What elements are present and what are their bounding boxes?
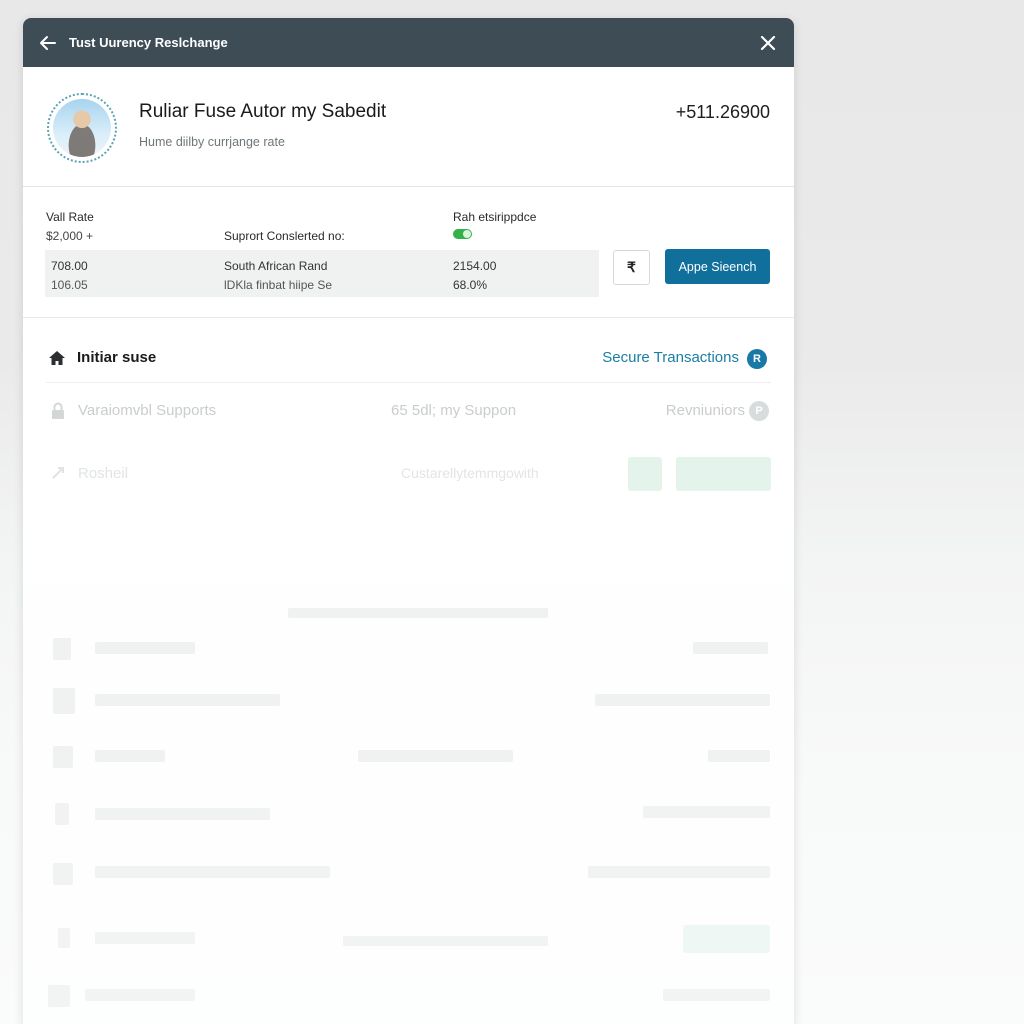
faded-icon	[48, 985, 70, 1007]
faded-text	[708, 750, 770, 762]
faded-text	[95, 808, 270, 820]
list-item-middle: 65 5dl; my Suppon	[391, 402, 517, 419]
apply-search-button[interactable]: Appe Sieench	[665, 249, 770, 284]
list-item-right: Revniuniors	[665, 402, 745, 419]
rate-row1-value: 708.00	[51, 259, 88, 273]
ghost-icon-button[interactable]	[628, 457, 662, 491]
faded-icon	[53, 863, 73, 885]
window-title: Tust Uurency Reslchange	[69, 35, 228, 50]
faded-text	[358, 750, 513, 762]
faded-text	[95, 694, 280, 706]
arrow-left-icon[interactable]	[39, 32, 61, 54]
list-item-middle: Custarellytemmgowith	[401, 465, 539, 481]
rate-row2-currency: lDKla finbat hiipe Se	[224, 278, 333, 292]
exchange-dialog: Tust Uurency Reslchange Ruliar Fuse Auto…	[23, 18, 794, 1024]
faded-icon	[53, 638, 71, 660]
faded-icon	[53, 746, 73, 768]
auto-toggle[interactable]	[453, 229, 472, 239]
currency-symbol-button[interactable]: ₹	[613, 250, 650, 285]
rate-value: $2,000 +	[46, 229, 94, 243]
secure-badge: R	[747, 349, 767, 369]
list-item[interactable]: Varaiomvbl Supports 65 5dl; my Suppon Re…	[46, 392, 771, 432]
section-header: Initiar suse Secure Transactions R	[46, 328, 771, 383]
list-item-label: Rosheil	[78, 465, 129, 482]
title-bar: Tust Uurency Reslchange	[23, 18, 794, 67]
faded-text	[95, 750, 165, 762]
lock-icon	[50, 402, 66, 419]
section-title: Initiar suse	[77, 349, 157, 366]
toggle-label: Rah etsirippdce	[453, 210, 537, 224]
faded-text	[643, 806, 770, 818]
home-icon	[48, 350, 66, 371]
faded-icon	[53, 688, 75, 714]
profile-name: Ruliar Fuse Autor my Sabedit	[139, 101, 387, 122]
ghost-action-button[interactable]	[676, 457, 771, 491]
list-item-badge: P	[749, 401, 769, 421]
faded-text	[595, 694, 770, 706]
list-item[interactable]: Rosheil Custarellytemmgowith	[46, 455, 771, 495]
faded-text	[95, 866, 330, 878]
faded-text	[95, 642, 195, 654]
pin-icon	[50, 465, 66, 481]
rate-row2-converted: 68.0%	[453, 278, 488, 292]
faded-icon	[55, 803, 69, 825]
rate-row1-currency: South African Rand	[224, 259, 328, 273]
balance-amount: +511.26900	[675, 102, 770, 122]
faded-text	[343, 936, 548, 946]
rate-row2-value: 106.05	[51, 278, 88, 292]
faded-text	[588, 866, 770, 878]
faded-button[interactable]	[683, 925, 770, 953]
profile-header: Ruliar Fuse Autor my Sabedit Hume diilby…	[23, 67, 794, 187]
faded-text	[85, 989, 195, 1001]
rate-box: 708.00 106.05 South African Rand lDKla f…	[45, 250, 599, 297]
faded-text	[693, 642, 768, 654]
faded-icon	[58, 928, 70, 948]
faded-text	[663, 989, 770, 1001]
faded-divider	[288, 608, 548, 618]
user-avatar	[47, 93, 117, 163]
support-label: Suprort Conslerted no:	[224, 229, 345, 243]
profile-subtitle: Hume diilby currjange rate	[139, 135, 285, 149]
rate-row1-converted: 2154.00	[453, 259, 497, 273]
rate-label: Vall Rate	[46, 210, 94, 224]
secure-transactions-link[interactable]: Secure Transactions	[602, 349, 739, 366]
list-item-label: Varaiomvbl Supports	[78, 402, 217, 419]
faded-text	[95, 932, 195, 944]
close-icon[interactable]	[758, 33, 778, 53]
